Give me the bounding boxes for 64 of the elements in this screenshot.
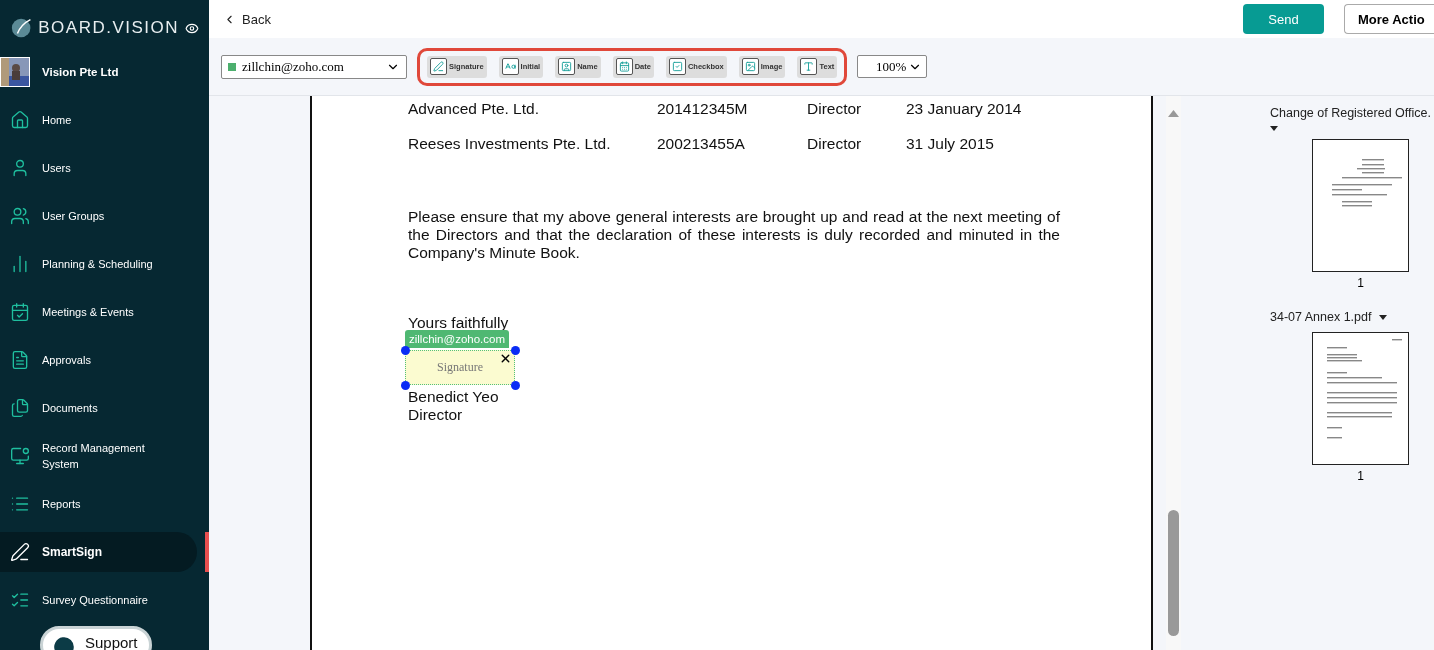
brand-name: BOARD.VISION xyxy=(38,18,180,38)
pen-icon xyxy=(430,58,447,75)
table-cell-text: 23 January 2014 xyxy=(906,100,1023,119)
document-icon xyxy=(10,350,30,370)
table-cell-text: Advanced Pte. Ltd. xyxy=(408,100,540,119)
nav-item[interactable]: Home xyxy=(0,100,197,140)
logo-icon xyxy=(10,16,33,40)
nav-item[interactable]: Survey Questionnaire xyxy=(0,580,197,620)
resize-handle[interactable] xyxy=(511,381,520,390)
documents-icon xyxy=(10,398,30,418)
table-cell-text: 31 July 2015 xyxy=(906,135,995,154)
document-name[interactable]: Change of Registered Office. xyxy=(1270,106,1434,120)
active-indicator xyxy=(205,532,209,572)
checklist-icon xyxy=(10,590,30,610)
scrollbar[interactable] xyxy=(1166,96,1181,650)
resize-handle[interactable] xyxy=(511,346,520,355)
table-cell-text: 201412345M xyxy=(657,100,749,119)
organization-name: Vision Pte Ltd xyxy=(42,66,119,78)
nav-item[interactable]: Users xyxy=(0,148,197,188)
table-cell-text: Director xyxy=(807,135,863,154)
person-icon xyxy=(558,58,576,75)
page-thumbnail[interactable] xyxy=(1312,139,1409,272)
signatory-title: Director xyxy=(408,406,464,424)
letters-icon xyxy=(501,58,519,75)
closing-text: Yours faithfully xyxy=(408,314,510,332)
nav-item[interactable]: User Groups xyxy=(0,196,197,236)
signer-color-icon xyxy=(228,62,236,71)
nav-item[interactable]: Record Management System xyxy=(0,436,197,476)
signature-field[interactable]: Signature xyxy=(405,350,515,385)
scroll-up-icon[interactable] xyxy=(1168,110,1179,117)
close-icon[interactable] xyxy=(499,352,512,365)
text-icon xyxy=(800,58,818,75)
resize-handle[interactable] xyxy=(401,381,410,390)
nav-item[interactable]: Approvals xyxy=(0,340,197,380)
page-number: 1 xyxy=(1356,276,1365,290)
image-icon xyxy=(741,58,759,75)
signer-select[interactable]: zillchin@zoho.com xyxy=(221,54,407,79)
document-name[interactable]: 34-07 Annex 1.pdf xyxy=(1270,310,1372,324)
page-thumbnail[interactable] xyxy=(1312,332,1409,465)
signer-tag: zillchin@zoho.com xyxy=(405,330,510,348)
zoom-select[interactable]: 100% xyxy=(857,55,928,78)
nav-item[interactable]: Reports xyxy=(0,484,197,524)
signatory-name: Benedict Yeo xyxy=(408,388,500,406)
calendar-icon xyxy=(615,58,633,75)
page-number: 1 xyxy=(1356,469,1365,483)
pen-icon xyxy=(10,542,30,562)
checkbox-icon xyxy=(668,58,686,75)
resize-handle[interactable] xyxy=(401,346,410,355)
scroll-thumb[interactable] xyxy=(1168,510,1179,636)
nav-item[interactable]: Planning & Scheduling xyxy=(0,244,197,284)
paragraph: Please ensure that my above general interests are brought up and read at the next meeting of the Directors and that the declaration of these interests is duly recorded and minuted in the Company's Minute Book. xyxy=(408,208,1060,262)
caret-icon[interactable] xyxy=(1379,314,1388,320)
back-link[interactable]: Back xyxy=(223,11,1235,27)
monitor-icon xyxy=(10,446,30,466)
caret-icon[interactable] xyxy=(1270,126,1278,131)
home-icon xyxy=(10,110,30,130)
nav-item[interactable]: Meetings & Events xyxy=(0,292,197,332)
table-cell-text: Reeses Investments Pte. Ltd. xyxy=(408,135,612,154)
table-cell-text: 200213455A xyxy=(657,135,746,154)
calendar-icon xyxy=(10,302,30,322)
more-actions-button[interactable]: More Actio xyxy=(1344,4,1434,34)
table-cell-text: Director xyxy=(807,100,863,119)
users-icon xyxy=(10,206,30,226)
nav-item[interactable]: Documents xyxy=(0,388,197,428)
